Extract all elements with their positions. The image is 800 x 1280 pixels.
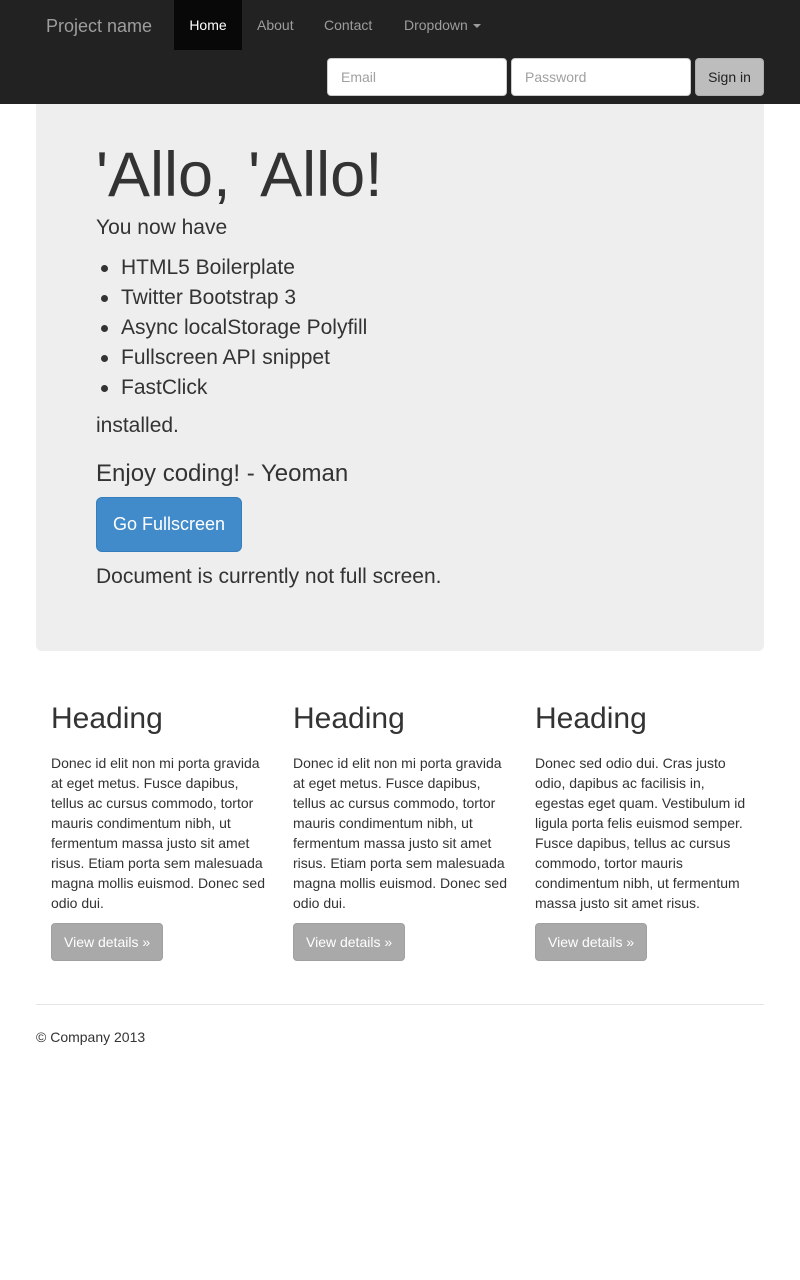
column-heading: Heading	[51, 702, 163, 735]
nav-dropdown-label: Dropdown	[404, 17, 468, 33]
password-field[interactable]	[511, 58, 691, 96]
column-text: Donec sed odio dui. Cras justo odio, dap…	[535, 755, 746, 911]
footer-divider	[36, 1004, 764, 1005]
navbar: Project name Home About Contact Dropdown…	[0, 0, 800, 104]
view-details-button[interactable]: View details »	[293, 923, 406, 961]
view-details-button[interactable]: View details »	[535, 923, 648, 961]
feature-item: FastClick	[96, 373, 367, 403]
sign-in-button[interactable]: Sign in	[695, 58, 764, 96]
jumbotron: 'Allo, 'Allo! You now have HTML5 Boilerp…	[36, 104, 764, 651]
column-text: Donec id elit non mi porta gravida at eg…	[51, 755, 265, 911]
enjoy-heading: Enjoy coding! - Yeoman	[96, 460, 349, 487]
installed-text: installed.	[96, 414, 179, 437]
lead-text: You now have	[96, 216, 228, 239]
nav-item-dropdown[interactable]: Dropdown	[389, 0, 496, 50]
column-3: Heading Donec sed odio dui. Cras justo o…	[535, 700, 749, 961]
view-details-button[interactable]: View details »	[51, 923, 164, 961]
caret-down-icon	[472, 24, 481, 29]
feature-item: Async localStorage Polyfill	[96, 313, 367, 343]
page-title: 'Allo, 'Allo!	[96, 140, 383, 210]
column-heading: Heading	[535, 702, 647, 735]
footer-copyright: © Company 2013	[36, 1029, 146, 1045]
feature-list: HTML5 Boilerplate Twitter Bootstrap 3 As…	[96, 253, 367, 403]
fullscreen-status: Document is currently not full screen.	[96, 565, 442, 588]
brand-link[interactable]: Project name	[46, 14, 152, 38]
email-field[interactable]	[327, 58, 507, 96]
feature-item: Twitter Bootstrap 3	[96, 283, 367, 313]
feature-item: Fullscreen API snippet	[96, 343, 367, 373]
nav-item-contact[interactable]: Contact	[309, 0, 387, 50]
column-1: Heading Donec id elit non mi porta gravi…	[51, 700, 265, 961]
column-text: Donec id elit non mi porta gravida at eg…	[293, 755, 507, 911]
nav-item-about[interactable]: About	[242, 0, 309, 50]
column-heading: Heading	[293, 702, 405, 735]
go-fullscreen-button[interactable]: Go Fullscreen	[96, 497, 242, 552]
feature-item: HTML5 Boilerplate	[96, 253, 367, 283]
nav-item-home[interactable]: Home	[174, 0, 242, 50]
column-2: Heading Donec id elit non mi porta gravi…	[293, 700, 507, 961]
